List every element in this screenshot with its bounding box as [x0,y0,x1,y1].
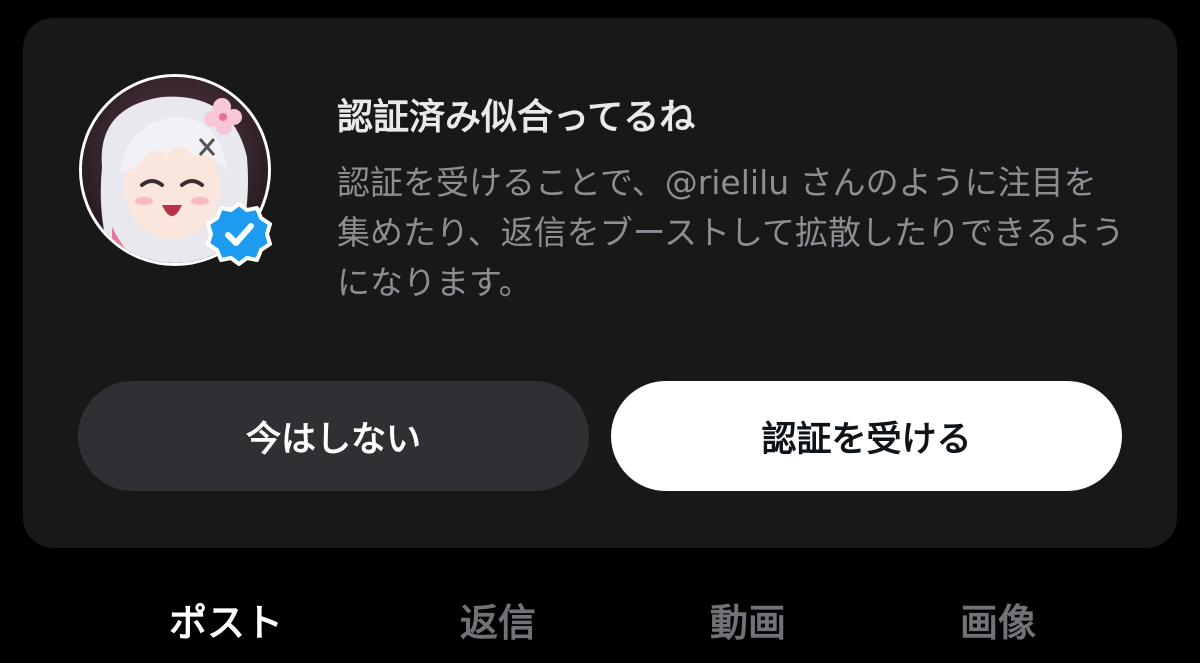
avatar-container [79,74,272,266]
tab-replies[interactable]: 返信 [460,592,536,647]
tab-videos[interactable]: 動画 [710,592,786,647]
not-now-button[interactable]: 今はしない [78,381,589,491]
tab-images[interactable]: 画像 [960,592,1036,647]
tab-posts[interactable]: ポスト [169,592,283,647]
get-verified-button[interactable]: 認証を受ける [611,381,1122,491]
verification-prompt-card: 認証済み似合ってるね 認証を受けることで、@rielilu さんのように注目を集… [23,18,1177,548]
card-description: 認証を受けることで、@rielilu さんのように注目を集めたり、返信をブースト… [337,163,1125,302]
card-title: 認証済み似合ってるね [337,97,696,138]
profile-tabs: ポスト 返信 動画 画像 [0,580,1200,663]
verified-badge-icon [206,202,272,266]
